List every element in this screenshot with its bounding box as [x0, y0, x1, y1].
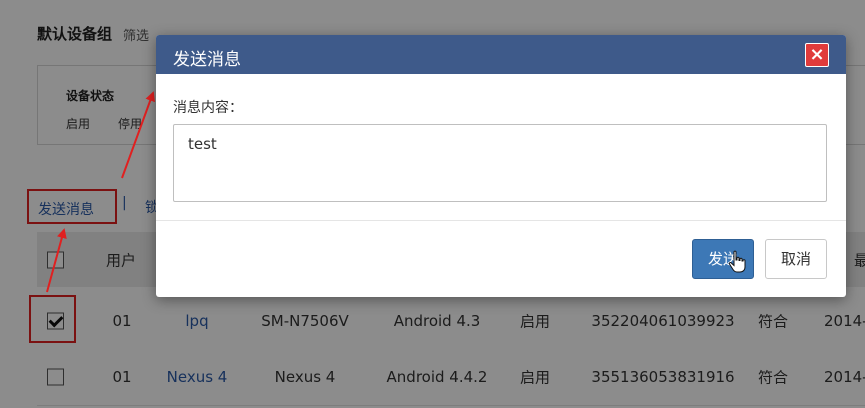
arrow-to-modal: [121, 91, 155, 179]
message-content-textarea[interactable]: test: [173, 124, 827, 202]
cancel-button[interactable]: 取消: [765, 239, 827, 279]
message-content-label: 消息内容：: [173, 100, 243, 116]
dialog-title: 发送消息: [173, 50, 241, 70]
hand-cursor-icon: [728, 250, 746, 273]
dialog-header: 发送消息 ×: [156, 35, 846, 74]
arrow-to-send-action: [46, 228, 67, 293]
close-icon[interactable]: ×: [805, 43, 829, 67]
send-message-dialog: 发送消息 × 消息内容： test 发送 取消: [156, 35, 846, 297]
dialog-footer-divider: [156, 220, 846, 221]
